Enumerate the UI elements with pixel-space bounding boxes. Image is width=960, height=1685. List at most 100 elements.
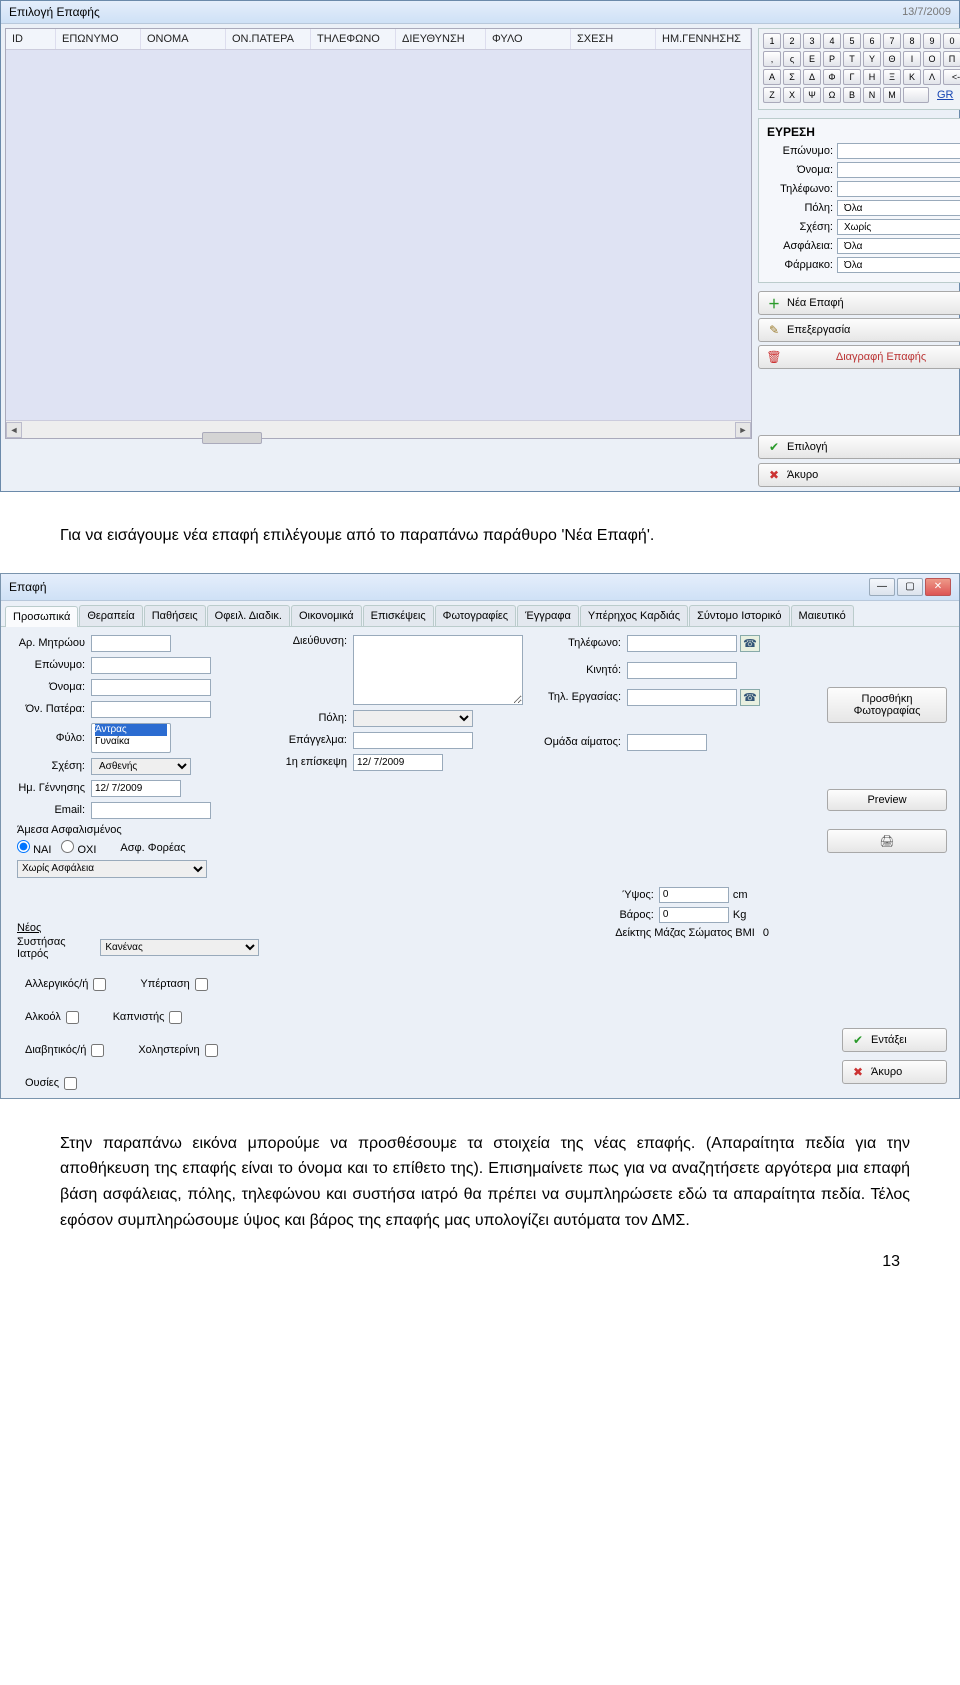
key[interactable]: , — [763, 51, 781, 67]
tab-history[interactable]: Σύντομο Ιστορικό — [689, 605, 789, 626]
workphone-input[interactable] — [627, 689, 737, 706]
firstvisit-input[interactable] — [353, 754, 443, 771]
key[interactable]: Ζ — [763, 87, 781, 103]
phone-input2[interactable] — [627, 635, 737, 652]
key[interactable]: Α — [763, 69, 781, 85]
key[interactable]: Γ — [843, 69, 861, 85]
key[interactable]: 0 — [943, 33, 960, 49]
key[interactable]: 8 — [903, 33, 921, 49]
phone-icon[interactable]: ☎ — [740, 635, 760, 652]
key[interactable]: Ω — [823, 87, 841, 103]
key[interactable]: 6 — [863, 33, 881, 49]
key[interactable]: ς — [783, 51, 801, 67]
key[interactable]: Λ — [923, 69, 941, 85]
cancel-button-2[interactable]: ✖Άκυρο — [842, 1060, 947, 1084]
key[interactable]: Ο — [923, 51, 941, 67]
insured-no[interactable]: ΟΧΙ — [61, 840, 96, 856]
key[interactable]: Σ — [783, 69, 801, 85]
key-backspace[interactable]: <- — [943, 69, 960, 85]
regno-input[interactable] — [91, 635, 171, 652]
insurance-select[interactable]: Όλα — [837, 238, 960, 254]
key[interactable]: Η — [863, 69, 881, 85]
lastname-input[interactable] — [837, 143, 960, 159]
edit-contact-button[interactable]: ✎Επεξεργασία — [758, 318, 960, 342]
key[interactable]: Ι — [903, 51, 921, 67]
chk-smoker[interactable]: Καπνιστής — [113, 1011, 183, 1024]
col-address[interactable]: ΔΙΕΥΘΥΝΣΗ — [396, 29, 486, 49]
select-button[interactable]: ✔Επιλογή — [758, 435, 960, 459]
add-photo-button[interactable]: Προσθήκη Φωτογραφίας — [827, 687, 947, 723]
col-lastname[interactable]: ΕΠΩΝΥΜΟ — [56, 29, 141, 49]
relation-select[interactable]: Χωρίς — [837, 219, 960, 235]
birth-input[interactable] — [91, 780, 181, 797]
email-input[interactable] — [91, 802, 211, 819]
blood-input[interactable] — [627, 734, 707, 751]
key-space[interactable] — [903, 87, 929, 103]
key[interactable]: Ν — [863, 87, 881, 103]
col-phone[interactable]: ΤΗΛΕΦΩΝΟ — [311, 29, 396, 49]
insured-yes-radio[interactable] — [17, 840, 30, 853]
tab-obstetric[interactable]: Μαιευτικό — [791, 605, 854, 626]
new-contact-button[interactable]: ＋Νέα Επαφή — [758, 291, 960, 315]
cancel-button[interactable]: ✖Άκυρο — [758, 463, 960, 487]
chk-cholesterol[interactable]: Χοληστερίνη — [138, 1044, 217, 1057]
key[interactable]: 1 — [763, 33, 781, 49]
key[interactable]: Τ — [843, 51, 861, 67]
tab-photos[interactable]: Φωτογραφίες — [435, 605, 516, 626]
weight-input[interactable] — [659, 907, 729, 923]
mobile-input[interactable] — [627, 662, 737, 679]
tab-therapy[interactable]: Θεραπεία — [79, 605, 142, 626]
key[interactable]: Υ — [863, 51, 881, 67]
fathername-input[interactable] — [91, 701, 211, 718]
close-button[interactable]: ✕ — [925, 578, 951, 596]
key[interactable]: 4 — [823, 33, 841, 49]
key[interactable]: Ψ — [803, 87, 821, 103]
drug-select[interactable]: Όλα — [837, 257, 960, 273]
lastname-input2[interactable] — [91, 657, 211, 674]
col-id[interactable]: ID — [6, 29, 56, 49]
key[interactable]: Κ — [903, 69, 921, 85]
col-sex[interactable]: ΦΥΛΟ — [486, 29, 571, 49]
phone-input[interactable] — [837, 181, 960, 197]
chk-drugs[interactable]: Ουσίες — [25, 1077, 77, 1090]
sex-listbox[interactable]: Άντρας Γυναίκα — [91, 723, 171, 753]
chk-alcohol[interactable]: Αλκοόλ — [25, 1011, 79, 1024]
tab-documents[interactable]: Έγγραφα — [517, 605, 579, 626]
maximize-button[interactable]: ▢ — [897, 578, 923, 596]
keyboard-lang-link[interactable]: GR — [931, 89, 954, 101]
col-firstname[interactable]: ΟΝΟΜΑ — [141, 29, 226, 49]
tab-visits[interactable]: Επισκέψεις — [363, 605, 434, 626]
occupation-input[interactable] — [353, 732, 473, 749]
address-input[interactable] — [353, 635, 523, 705]
key[interactable]: Β — [843, 87, 861, 103]
key[interactable]: Χ — [783, 87, 801, 103]
scroll-thumb[interactable] — [202, 432, 262, 444]
chk-hypertension[interactable]: Υπέρταση — [140, 978, 207, 991]
minimize-button[interactable]: — — [869, 578, 895, 596]
delete-contact-button[interactable]: 🗑Διαγραφή Επαφής — [758, 345, 960, 369]
table-body-empty[interactable] — [6, 50, 751, 420]
key[interactable]: 7 — [883, 33, 901, 49]
scroll-left-icon[interactable]: ◄ — [6, 422, 22, 438]
city-select2[interactable] — [353, 710, 473, 727]
preview-button[interactable]: Preview — [827, 789, 947, 811]
key[interactable]: Δ — [803, 69, 821, 85]
tab-financial[interactable]: Οικονομικά — [291, 605, 362, 626]
firstname-input[interactable] — [837, 162, 960, 178]
col-birthdate[interactable]: ΗΜ.ΓΕΝΝΗΣΗΣ — [656, 29, 751, 49]
key[interactable]: Π — [943, 51, 960, 67]
key[interactable]: Ξ — [883, 69, 901, 85]
firstname-input2[interactable] — [91, 679, 211, 696]
relation-select2[interactable]: Ασθενής — [91, 758, 191, 775]
scroll-right-icon[interactable]: ► — [735, 422, 751, 438]
chk-allergic[interactable]: Αλλεργικός/ή — [25, 978, 106, 991]
tab-procedures[interactable]: Οφειλ. Διαδικ. — [207, 605, 290, 626]
tab-conditions[interactable]: Παθήσεις — [144, 605, 206, 626]
tab-personal[interactable]: Προσωπικά — [5, 606, 78, 627]
key[interactable]: 5 — [843, 33, 861, 49]
doctor-select[interactable]: Κανένας — [100, 939, 259, 956]
key[interactable]: Ρ — [823, 51, 841, 67]
city-select[interactable]: Όλα — [837, 200, 960, 216]
chk-diabetic[interactable]: Διαβητικός/ή — [25, 1044, 104, 1057]
key[interactable]: 9 — [923, 33, 941, 49]
